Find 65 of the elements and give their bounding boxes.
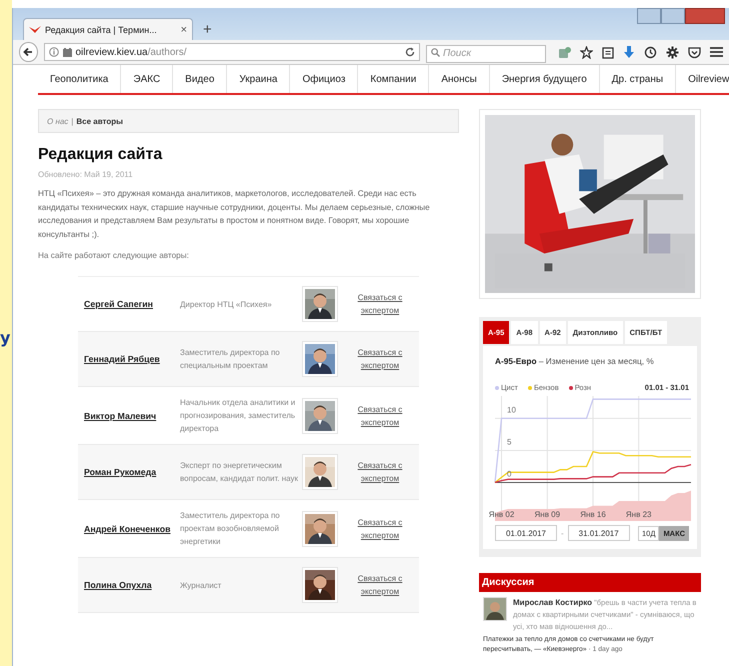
- contact-expert-link[interactable]: Связаться с экспертом: [350, 516, 410, 542]
- pocket-icon[interactable]: [688, 46, 701, 58]
- info-icon: [48, 47, 58, 57]
- author-name-link[interactable]: Виктор Малевич: [84, 410, 180, 420]
- intro-paragraph: НТЦ «Психея» – это дружная команда аналитиков, маркетологов, исследователей. Среди нас есть кандидаты технических наук, старшие научные сотрудники, доценты. Мы делаем серьезные, сложные исследования и представляем Вам результаты в простом и понятном виде. Говорят, мы хорошие консультанты ;).: [38, 188, 431, 241]
- author-name-link[interactable]: Андрей Конеченков: [84, 524, 180, 534]
- nav-link[interactable]: Геополитика: [38, 65, 122, 93]
- breadcrumb-separator: |: [71, 116, 74, 126]
- x-tick-label: Янв 09: [534, 510, 560, 519]
- settings-icon[interactable]: [666, 46, 679, 58]
- contact-expert-link[interactable]: Связаться с экспертом: [350, 459, 410, 485]
- date-to-field[interactable]: 31.01.2017: [568, 525, 630, 541]
- discussion-heading: Дискуссия: [479, 573, 701, 592]
- download-icon[interactable]: [623, 46, 635, 58]
- contact-expert-link[interactable]: Связаться с экспертом: [350, 402, 410, 428]
- back-button[interactable]: [19, 42, 38, 62]
- author-name-link[interactable]: Сергей Сапегин: [84, 299, 180, 309]
- date-from-field[interactable]: 01.01.2017: [495, 525, 557, 541]
- nav-link[interactable]: Официоз: [290, 65, 358, 93]
- page-icon: [62, 48, 72, 56]
- author-role: Заместитель директора по специальным проектам: [180, 347, 281, 372]
- contact-expert-link[interactable]: Связаться с экспертом: [350, 346, 410, 372]
- page-title: Редакция сайта: [38, 146, 164, 164]
- close-tab-button[interactable]: ×: [180, 24, 187, 36]
- nav-link[interactable]: Украина: [227, 65, 290, 93]
- author-role: Журналист: [180, 580, 222, 592]
- back-arrow-icon: [23, 47, 34, 57]
- author-name-link[interactable]: Полина Опухла: [84, 580, 180, 590]
- history-icon[interactable]: [644, 46, 657, 58]
- site-logo-icon: [29, 26, 41, 34]
- nav-link[interactable]: Энергия будущего: [490, 65, 600, 93]
- edge-letter: y: [0, 328, 10, 347]
- reload-icon[interactable]: [405, 47, 415, 57]
- x-tick-label: Янв 23: [626, 510, 652, 519]
- address-bar[interactable]: oilreview.kiev.ua/authors/: [44, 43, 420, 61]
- chart-title: А-95-Евро – Изменение цен за месяц, %: [495, 356, 655, 366]
- range-separator: -: [561, 528, 564, 538]
- menu-icon[interactable]: [710, 46, 723, 58]
- y-tick-label: 10: [507, 405, 516, 414]
- author-role: Директор НТЦ «Психея»: [180, 298, 273, 310]
- author-role: Начальник отдела аналитики и прогнозирования, заместитель директора: [180, 397, 296, 435]
- x-tick-label: Янв 02: [488, 510, 514, 519]
- nav-link[interactable]: Др. страны: [600, 65, 676, 93]
- nav-link[interactable]: ЭАКС: [121, 65, 174, 93]
- x-tick-label: Янв 16: [580, 510, 606, 519]
- new-tab-button[interactable]: +: [201, 21, 214, 38]
- authors-heading: На сайте работают следующие авторы:: [38, 251, 190, 260]
- author-role: Эксперт по энергетическим вопросам, кандидат полит. наук: [180, 460, 299, 485]
- nav-link[interactable]: Видео: [173, 65, 228, 93]
- browser-tab[interactable]: Редакция сайта | Термин... ×: [23, 18, 193, 40]
- nav-link[interactable]: Oilreview: [676, 65, 729, 93]
- search-field[interactable]: Поиск: [426, 44, 546, 62]
- nav-link[interactable]: Компании: [358, 65, 430, 93]
- search-icon: [431, 48, 440, 57]
- author-name-link[interactable]: Роман Рукомеда: [84, 467, 180, 477]
- contact-expert-link[interactable]: Связаться с экспертом: [350, 572, 410, 598]
- nav-link[interactable]: Анонсы: [429, 65, 490, 93]
- y-tick-label: 5: [507, 438, 512, 446]
- updated-date: Обновлено: Май 19, 2011: [38, 170, 134, 179]
- bookmark-star-icon[interactable]: [580, 46, 593, 58]
- author-name-link[interactable]: Геннадий Рябцев: [84, 354, 180, 364]
- contact-expert-link[interactable]: Связаться с экспертом: [350, 291, 410, 317]
- breadcrumb-current: Все авторы: [76, 116, 123, 126]
- author-role: Заместитель директора по проектам возобновляемой энергетики: [180, 510, 281, 548]
- clipboard-icon[interactable]: [602, 46, 614, 58]
